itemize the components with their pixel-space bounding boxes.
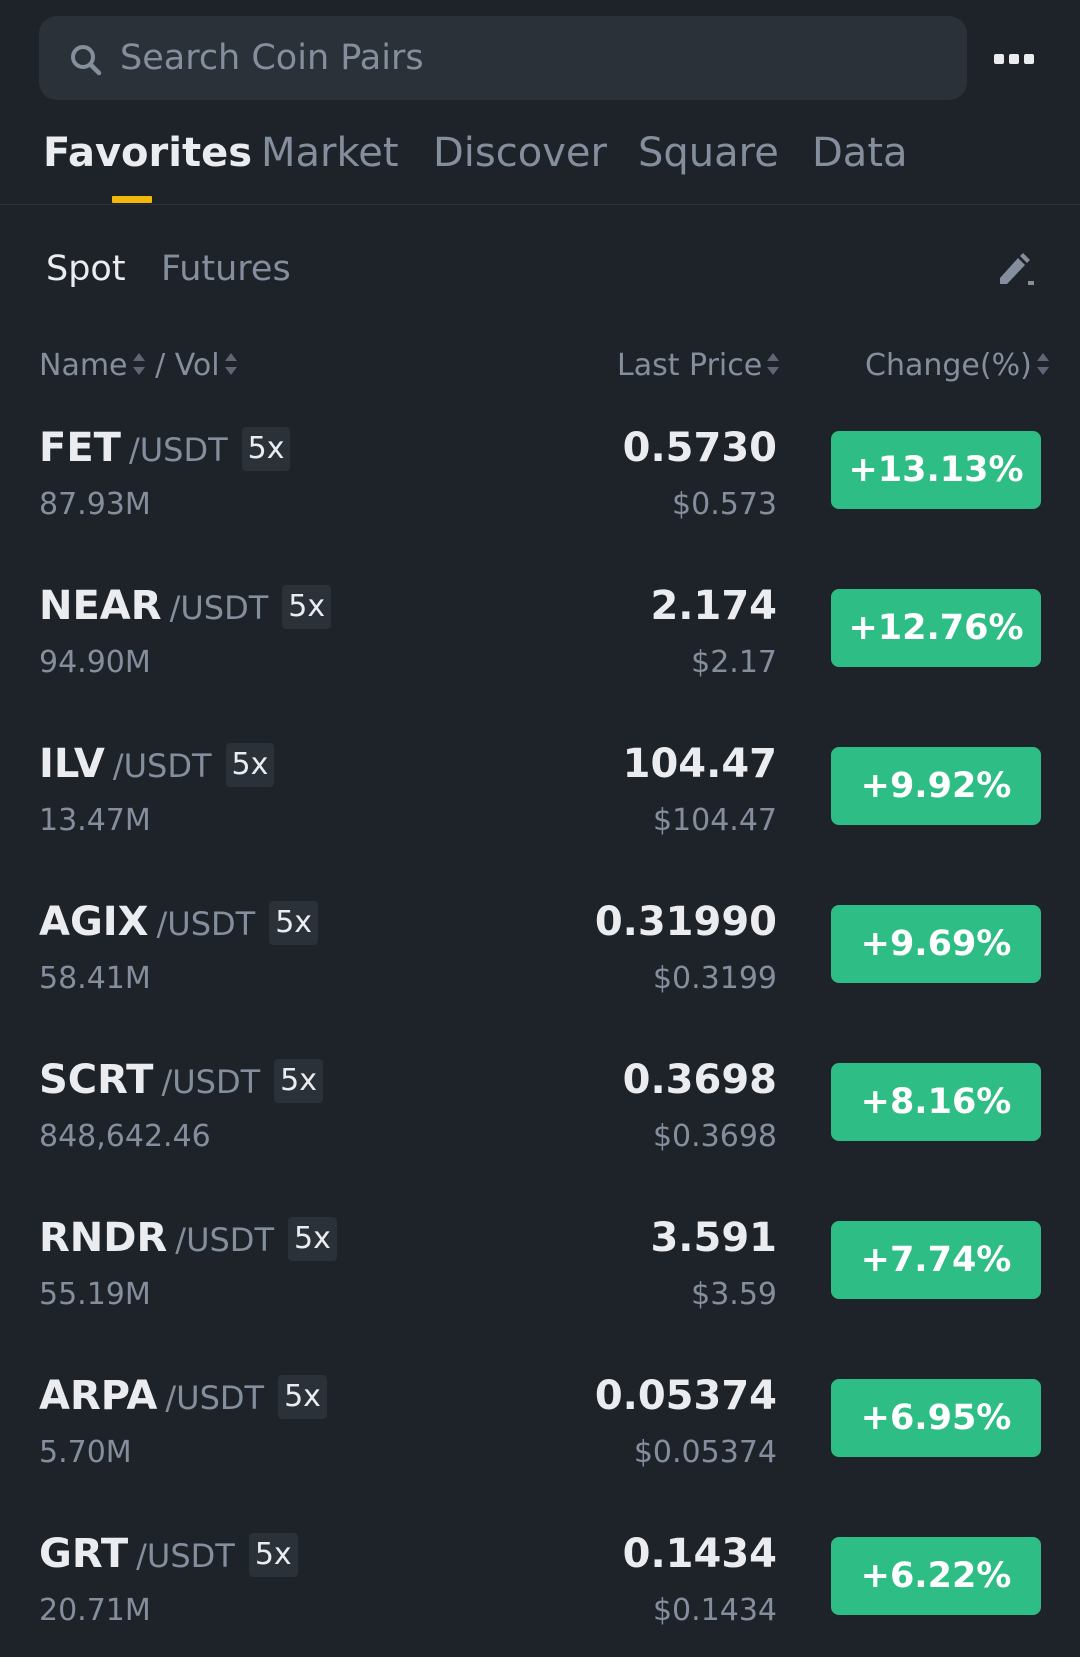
pair-symbol: RNDR/USDT 5x [39, 1213, 337, 1265]
volume: 848,642.46 [39, 1119, 211, 1154]
leverage-badge: 5x [248, 1533, 298, 1577]
search-input[interactable]: Search Coin Pairs [39, 16, 967, 100]
change-badge[interactable]: +9.92% [831, 747, 1041, 825]
volume: 87.93M [39, 487, 151, 522]
quote-asset: /USDT [161, 1063, 261, 1101]
quote-asset: /USDT [128, 431, 228, 469]
active-tab-indicator [112, 196, 152, 203]
change-badge[interactable]: +13.13% [831, 431, 1041, 509]
last-price: 0.1434 [622, 1531, 777, 1577]
pair-symbol: SCRT/USDT 5x [39, 1055, 323, 1107]
sort-arrows-icon [132, 353, 145, 375]
pair-row[interactable]: ARPA/USDT 5x 5.70M 0.05374 $0.05374 +6.95… [0, 1371, 1080, 1529]
pair-row[interactable]: NEAR/USDT 5x 94.90M 2.174 $2.17 +12.76% [0, 581, 1080, 739]
usd-price: $0.3698 [652, 1119, 777, 1154]
change-badge[interactable]: +9.69% [831, 905, 1041, 983]
usd-price: $0.3199 [652, 961, 777, 996]
pair-row[interactable]: AGIX/USDT 5x 58.41M 0.31990 $0.3199 +9.69… [0, 897, 1080, 1055]
quote-asset: /USDT [156, 905, 256, 943]
sort-arrows-icon [1036, 353, 1049, 375]
usd-price: $0.1434 [652, 1593, 777, 1628]
base-asset: SCRT [39, 1057, 154, 1103]
tab-market[interactable]: Market [261, 128, 399, 178]
tab-square[interactable]: Square [638, 128, 779, 178]
pair-symbol: AGIX/USDT 5x [39, 897, 319, 949]
sort-arrows-icon [767, 353, 780, 375]
quote-asset: /USDT [112, 747, 212, 785]
base-asset: GRT [39, 1531, 129, 1577]
leverage-badge: 5x [241, 427, 291, 471]
pair-row[interactable]: SCRT/USDT 5x 848,642.46 0.3698 $0.3698 +8… [0, 1055, 1080, 1213]
column-header-change[interactable]: Change(%) [865, 348, 1050, 384]
volume: 5.70M [39, 1435, 132, 1470]
last-price: 0.3698 [622, 1057, 777, 1103]
leverage-badge: 5x [274, 1059, 323, 1103]
pair-row[interactable]: FET/USDT 5x 87.93M 0.5730 $0.573 +13.13% [0, 423, 1080, 581]
column-header-name-vol[interactable]: Name / Vol [39, 348, 238, 384]
header-vol-label: / Vol [155, 348, 220, 383]
usd-price: $3.59 [691, 1277, 777, 1312]
last-price: 0.31990 [594, 899, 777, 945]
change-badge[interactable]: +12.76% [831, 589, 1041, 667]
last-price: 3.591 [650, 1215, 777, 1261]
volume: 13.47M [39, 803, 151, 838]
volume: 55.19M [39, 1277, 151, 1312]
change-badge[interactable]: +8.16% [831, 1063, 1041, 1141]
pair-symbol: NEAR/USDT 5x [39, 581, 332, 633]
more-options-icon[interactable] [992, 40, 1036, 76]
edit-icon[interactable] [994, 248, 1036, 288]
volume: 20.71M [39, 1593, 151, 1628]
last-price: 2.174 [650, 583, 777, 629]
leverage-badge: 5x [287, 1217, 337, 1261]
change-badge[interactable]: +7.74% [831, 1221, 1041, 1299]
tab-favorites[interactable]: Favorites [43, 128, 252, 178]
markets-screen: Search Coin Pairs Favorites Market Disco… [0, 0, 1080, 1657]
base-asset: ILV [39, 741, 105, 787]
last-price: 104.47 [622, 741, 777, 787]
tab-discover[interactable]: Discover [433, 128, 607, 178]
pair-symbol: GRT/USDT 5x [39, 1529, 298, 1581]
leverage-badge: 5x [225, 743, 275, 787]
pair-symbol: FET/USDT 5x [39, 423, 291, 475]
leverage-badge: 5x [278, 1375, 327, 1419]
usd-price: $2.17 [691, 645, 777, 680]
quote-asset: /USDT [175, 1221, 274, 1259]
column-header-last-price[interactable]: Last Price [617, 348, 780, 384]
quote-asset: /USDT [169, 589, 269, 627]
usd-price: $0.05374 [633, 1435, 777, 1470]
main-tab-bar: Favorites Market Discover Square Data [0, 118, 1080, 205]
quote-asset: /USDT [136, 1537, 235, 1575]
header-last-price-label: Last Price [617, 348, 763, 383]
header-change-label: Change(%) [865, 348, 1032, 383]
base-asset: NEAR [39, 583, 162, 629]
usd-price: $104.47 [652, 803, 777, 838]
change-badge[interactable]: +6.22% [831, 1537, 1041, 1615]
quote-asset: /USDT [165, 1379, 265, 1417]
subtab-spot[interactable]: Spot [46, 246, 126, 292]
search-placeholder: Search Coin Pairs [120, 38, 424, 78]
tab-data[interactable]: Data [812, 128, 908, 178]
pair-row[interactable]: ILV/USDT 5x 13.47M 104.47 $104.47 +9.92% [0, 739, 1080, 897]
pair-symbol: ARPA/USDT 5x [39, 1371, 327, 1423]
base-asset: AGIX [39, 899, 149, 945]
last-price: 0.05374 [594, 1373, 777, 1419]
pair-symbol: ILV/USDT 5x [39, 739, 275, 791]
base-asset: FET [39, 425, 121, 471]
volume: 94.90M [39, 645, 151, 680]
base-asset: RNDR [39, 1215, 168, 1261]
usd-price: $0.573 [672, 487, 777, 522]
search-bar-row: Search Coin Pairs [0, 0, 1080, 100]
pair-row[interactable]: GRT/USDT 5x 20.71M 0.1434 $0.1434 +6.22% [0, 1529, 1080, 1657]
last-price: 0.5730 [622, 425, 777, 471]
header-name-label: Name [39, 348, 128, 383]
volume: 58.41M [39, 961, 151, 996]
leverage-badge: 5x [282, 585, 332, 629]
base-asset: ARPA [39, 1373, 158, 1419]
change-badge[interactable]: +6.95% [831, 1379, 1041, 1457]
search-icon [71, 45, 102, 76]
subtab-futures[interactable]: Futures [161, 246, 291, 292]
pair-row[interactable]: RNDR/USDT 5x 55.19M 3.591 $3.59 +7.74% [0, 1213, 1080, 1371]
leverage-badge: 5x [269, 901, 319, 945]
sort-arrows-icon [224, 353, 237, 375]
